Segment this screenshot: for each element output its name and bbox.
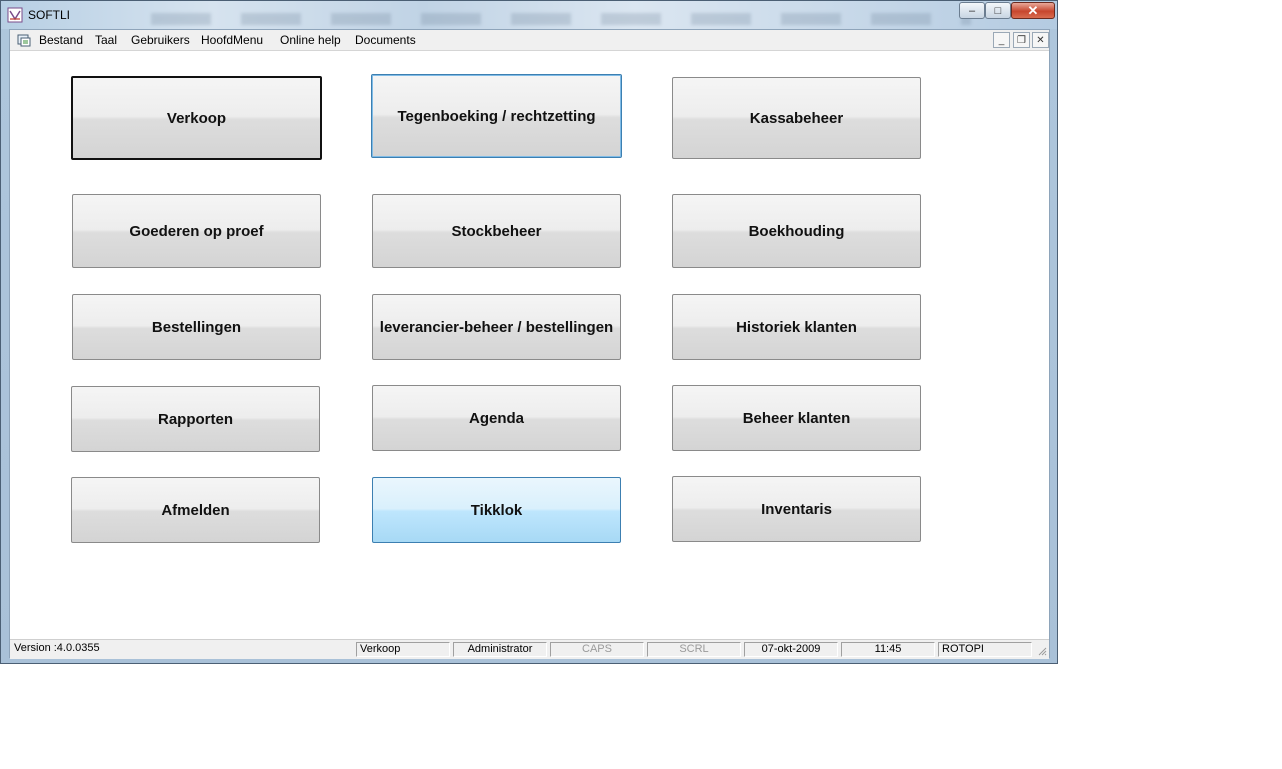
window-minimize-button[interactable]: –: [959, 2, 985, 19]
tegenboeking-button[interactable]: Tegenboeking / rechtzetting: [371, 74, 622, 158]
status-date: 07-okt-2009: [744, 642, 838, 657]
window-close-button[interactable]: ✕: [1011, 2, 1055, 19]
rapporten-button[interactable]: Rapporten: [71, 386, 320, 452]
leverancier-beheer-button[interactable]: leverancier-beheer / bestellingen: [372, 294, 621, 360]
status-time: 11:45: [841, 642, 935, 657]
historiek-klanten-button[interactable]: Historiek klanten: [672, 294, 921, 360]
button-label: Verkoop: [166, 109, 227, 127]
boekhouding-button[interactable]: Boekhouding: [672, 194, 921, 268]
menu-online-help[interactable]: Online help: [280, 33, 341, 47]
window-title: SOFTLI: [28, 8, 71, 22]
kassabeheer-button[interactable]: Kassabeheer: [672, 77, 921, 159]
document-window-icon[interactable]: [16, 32, 32, 48]
button-label: Bestellingen: [151, 318, 242, 336]
maximize-icon: □: [994, 4, 1002, 17]
menu-hoofdmenu[interactable]: HoofdMenu: [201, 33, 263, 47]
mdi-client-area: Bestand Taal Gebruikers HoofdMenu Online…: [9, 29, 1050, 659]
app-window: SOFTLI – □ ✕ Bestand Taal Gebruikers Hoo…: [0, 0, 1058, 664]
close-icon: ✕: [1027, 2, 1039, 18]
button-label: leverancier-beheer / bestellingen: [379, 318, 614, 336]
menu-bestand[interactable]: Bestand: [39, 33, 83, 47]
mdi-minimize-button[interactable]: _: [993, 32, 1010, 48]
goederen-op-proef-button[interactable]: Goederen op proef: [72, 194, 321, 268]
button-label: Historiek klanten: [736, 318, 857, 336]
menu-documents[interactable]: Documents: [355, 33, 416, 47]
menu-gebruikers[interactable]: Gebruikers: [131, 33, 190, 47]
beheer-klanten-button[interactable]: Beheer klanten: [672, 385, 921, 451]
restore-icon: ❐: [1017, 34, 1026, 46]
button-label: Agenda: [468, 409, 524, 427]
title-bar[interactable]: SOFTLI – □ ✕: [1, 1, 1057, 29]
stockbeheer-button[interactable]: Stockbeheer: [372, 194, 621, 268]
inventaris-button[interactable]: Inventaris: [672, 476, 921, 542]
status-user: Administrator: [453, 642, 547, 657]
status-module: Verkoop: [356, 642, 450, 657]
status-caps: CAPS: [550, 642, 644, 657]
resize-grip-icon[interactable]: [1037, 646, 1047, 656]
mdi-close-button[interactable]: ✕: [1032, 32, 1049, 48]
button-label: Inventaris: [761, 500, 832, 518]
afmelden-button[interactable]: Afmelden: [71, 477, 320, 543]
menu-taal[interactable]: Taal: [95, 33, 117, 47]
verkoop-button[interactable]: Verkoop: [71, 76, 322, 160]
button-label: Tegenboeking / rechtzetting: [397, 107, 596, 125]
status-machine: ROTOPI: [938, 642, 1032, 657]
button-label: Stockbeheer: [451, 222, 542, 240]
status-bar: Version :4.0.0355 Verkoop Administrator …: [10, 639, 1049, 659]
button-label: Rapporten: [158, 410, 233, 428]
button-label: Boekhouding: [748, 222, 845, 240]
background-taskbar-ghost: [151, 13, 971, 25]
button-label: Goederen op proef: [129, 222, 264, 240]
button-label: Afmelden: [161, 501, 230, 519]
button-label: Tikklok: [470, 501, 523, 519]
window-maximize-button[interactable]: □: [985, 2, 1011, 19]
agenda-button[interactable]: Agenda: [372, 385, 621, 451]
minimize-icon: _: [998, 34, 1005, 46]
button-label: Kassabeheer: [749, 109, 844, 127]
mdi-restore-button[interactable]: ❐: [1013, 32, 1030, 48]
menu-bar: Bestand Taal Gebruikers HoofdMenu Online…: [10, 30, 1049, 51]
bestellingen-button[interactable]: Bestellingen: [72, 294, 321, 360]
app-logo-icon: [7, 7, 23, 23]
minimize-icon: –: [968, 4, 976, 17]
button-label: Beheer klanten: [742, 409, 851, 427]
tikklok-button[interactable]: Tikklok: [372, 477, 621, 543]
close-icon: ✕: [1036, 34, 1045, 46]
status-version: Version :4.0.0355: [14, 642, 100, 654]
status-scrl: SCRL: [647, 642, 741, 657]
